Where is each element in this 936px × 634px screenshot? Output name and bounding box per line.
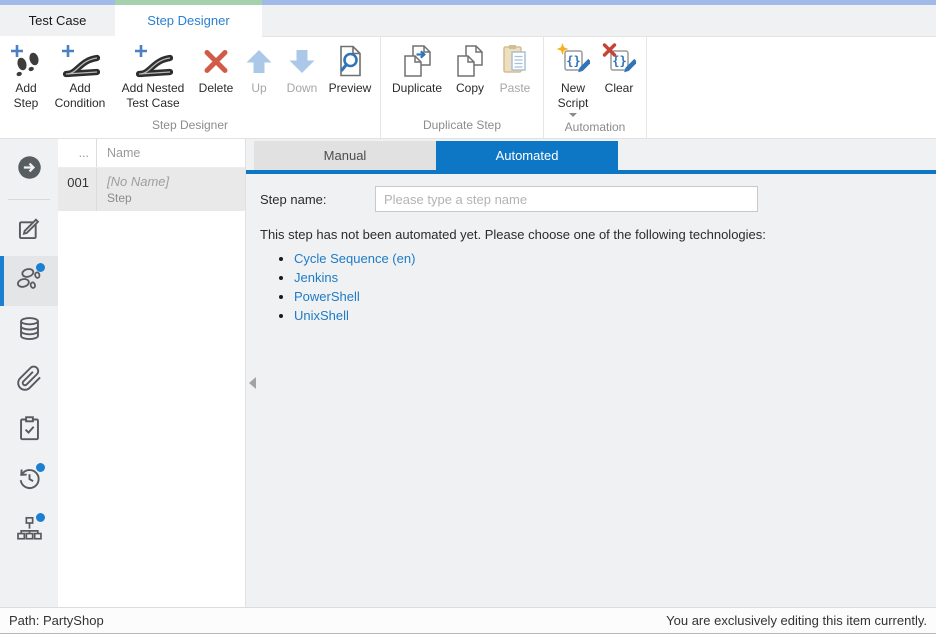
step-list-panel: ... Name 001 [No Name] Step <box>58 139 246 607</box>
step-detail-panel: Manual Automated Step name: This step ha… <box>246 139 936 607</box>
history-badge-dot <box>36 463 45 472</box>
sidebar-item-attachments[interactable] <box>0 356 58 406</box>
copy-button[interactable]: Copy <box>449 40 491 96</box>
add-step-icon <box>9 41 43 81</box>
technology-link-jenkins[interactable]: Jenkins <box>294 270 338 285</box>
status-bar: Path: PartyShop You are exclusively edit… <box>0 607 936 634</box>
svg-text:{}: {} <box>566 54 580 68</box>
up-button[interactable]: Up <box>240 40 278 96</box>
sidebar-item-data[interactable] <box>0 306 58 356</box>
sidebar-item-edit[interactable] <box>0 206 58 256</box>
left-icon-sidebar <box>0 139 58 607</box>
delete-button[interactable]: Delete <box>194 40 238 96</box>
go-arrow-circle-icon <box>16 154 43 186</box>
edit-pencil-icon <box>16 215 43 247</box>
new-script-button[interactable]: {} New Script <box>550 40 596 117</box>
technology-list-item: Jenkins <box>294 270 936 285</box>
technology-link-unixshell[interactable]: UnixShell <box>294 308 349 323</box>
step-designer-window: Test Case Step Designer <box>0 0 936 634</box>
step-list-header: ... Name <box>58 139 245 168</box>
clear-script-icon: {} <box>602 41 636 81</box>
ribbon-group-label: Automation <box>549 117 641 140</box>
duplicate-button[interactable]: Duplicate <box>387 40 447 96</box>
structure-badge-dot <box>36 513 45 522</box>
down-arrow-icon <box>286 41 318 81</box>
sidebar-item-structure[interactable] <box>0 506 58 556</box>
step-number: 001 <box>58 168 97 211</box>
tab-manual[interactable]: Manual <box>254 141 436 170</box>
step-type-label: Step <box>107 191 169 205</box>
column-header-name: Name <box>97 146 245 160</box>
technology-list-item: UnixShell <box>294 308 936 323</box>
database-icon <box>16 315 43 347</box>
delete-icon <box>199 41 233 81</box>
preview-button[interactable]: Preview <box>326 40 374 96</box>
clipboard-check-icon <box>16 415 43 447</box>
step-name-placeholder-text: [No Name] <box>107 174 169 189</box>
ribbon-group-label: Duplicate Step <box>386 115 538 138</box>
ribbon-group-label: Step Designer <box>5 115 375 138</box>
ribbon-group-duplicate-step: Duplicate Copy <box>381 36 544 138</box>
steps-badge-dot <box>36 263 45 272</box>
add-step-button[interactable]: Add Step <box>6 40 46 110</box>
top-accent-strip <box>0 0 936 5</box>
down-button[interactable]: Down <box>280 40 324 96</box>
ribbon: Add Step Add Co <box>0 36 936 139</box>
duplicate-icon <box>399 41 435 81</box>
add-nested-test-case-icon <box>133 41 173 81</box>
step-name-input[interactable] <box>375 186 758 212</box>
copy-icon <box>454 41 486 81</box>
technology-list-item: PowerShell <box>294 289 936 304</box>
main-body: ... Name 001 [No Name] Step Manual Autom… <box>0 139 936 607</box>
editor-tab-bar: Manual Automated <box>246 139 936 170</box>
step-name-label: Step name: <box>260 192 375 207</box>
collapse-panel-arrow-icon[interactable] <box>249 377 256 389</box>
paste-button[interactable]: Paste <box>493 40 537 96</box>
sidebar-item-history[interactable] <box>0 456 58 506</box>
status-path: Path: PartyShop <box>9 613 104 628</box>
tab-test-case[interactable]: Test Case <box>0 5 115 36</box>
add-nested-test-case-button[interactable]: Add Nested Test Case <box>114 40 192 110</box>
active-tab-accent <box>115 0 262 5</box>
tab-automated[interactable]: Automated <box>436 141 618 170</box>
add-condition-button[interactable]: Add Condition <box>48 40 112 110</box>
sidebar-item-tasks[interactable] <box>0 406 58 456</box>
technology-list-item: Cycle Sequence (en) <box>294 251 936 266</box>
column-header-number: ... <box>58 139 97 167</box>
technology-link-cycle-sequence[interactable]: Cycle Sequence (en) <box>294 251 415 266</box>
ribbon-group-step-designer: Add Step Add Co <box>0 36 381 138</box>
paste-icon <box>499 41 531 81</box>
paperclip-icon <box>16 365 43 397</box>
step-row-selected[interactable]: 001 [No Name] Step <box>58 168 245 211</box>
technology-list: Cycle Sequence (en) Jenkins PowerShell U… <box>246 251 936 323</box>
ribbon-group-automation: {} New Script <box>544 36 647 138</box>
status-edit-message: You are exclusively editing this item cu… <box>666 613 927 628</box>
preview-icon <box>334 41 366 81</box>
not-automated-message: This step has not been automated yet. Pl… <box>260 227 922 242</box>
up-arrow-icon <box>243 41 275 81</box>
technology-link-powershell[interactable]: PowerShell <box>294 289 360 304</box>
add-condition-icon <box>60 41 100 81</box>
sidebar-item-go[interactable] <box>0 145 58 195</box>
active-tab-underline <box>246 170 936 174</box>
tab-step-designer[interactable]: Step Designer <box>115 5 262 36</box>
clear-script-button[interactable]: {} Clear <box>598 40 640 96</box>
sidebar-divider <box>8 199 50 200</box>
sidebar-item-steps[interactable] <box>0 256 58 306</box>
document-tab-bar: Test Case Step Designer <box>0 5 936 36</box>
new-script-icon: {} <box>556 41 590 81</box>
